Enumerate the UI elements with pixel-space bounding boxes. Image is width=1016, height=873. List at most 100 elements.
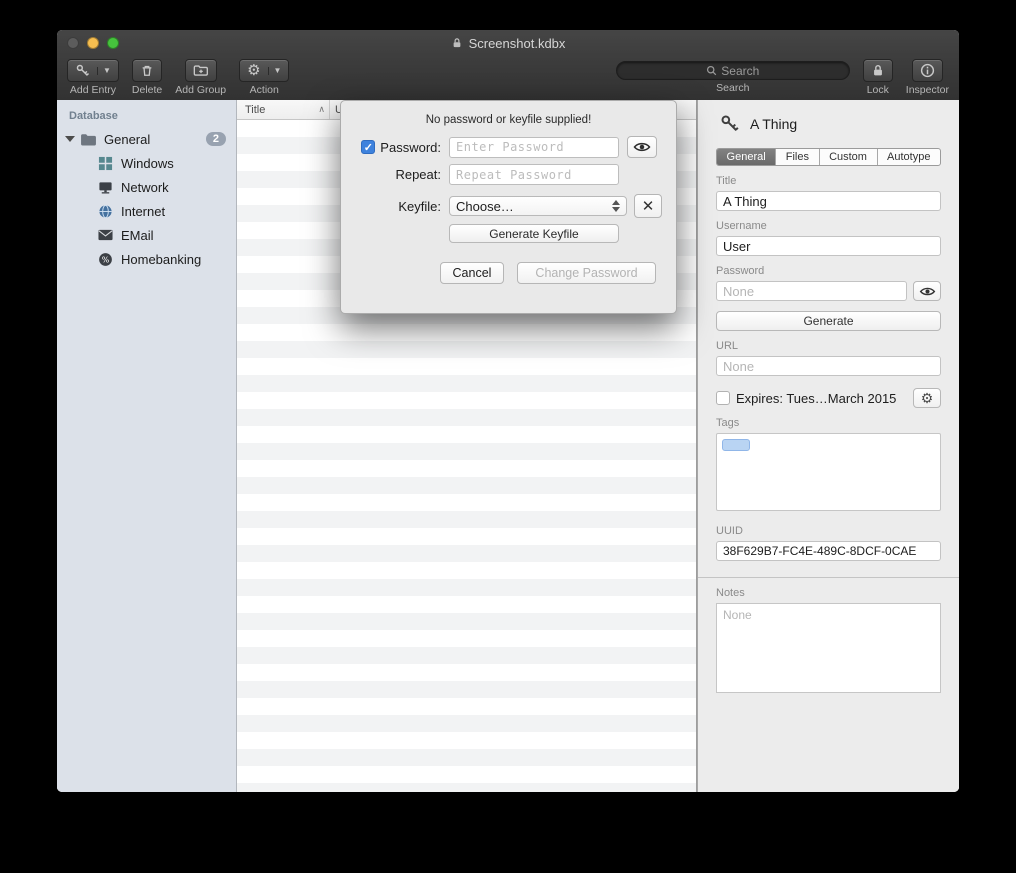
sidebar-item-windows[interactable]: Windows [57,151,236,175]
action-button[interactable]: ⚙ ▼ [239,59,289,82]
inspector-header: A Thing [716,114,941,134]
sidebar-item-label: Network [121,180,169,195]
toolbar-left-group: ▼ Add Entry Delete Add Gr [67,59,289,96]
globe-icon [97,203,114,220]
sidebar-item-label: Homebanking [121,252,201,267]
toolbar-item-inspector: Inspector [906,59,949,96]
tab-autotype[interactable]: Autotype [878,149,941,165]
search-input[interactable]: Search [616,61,850,80]
lock-icon [871,63,885,78]
lock-button[interactable] [863,59,893,82]
entry-count-badge: 2 [206,132,226,146]
dialog-message: No password or keyfile supplied! [341,114,676,126]
column-header-title[interactable]: Title ∧ [237,100,330,119]
sidebar-item-network[interactable]: Network [57,175,236,199]
titlebar[interactable]: Screenshot.kdbx [57,30,959,56]
search-label: Search [716,82,749,94]
disclosure-triangle-icon[interactable] [65,136,75,142]
username-field[interactable] [716,236,941,256]
repeat-label: Repeat: [395,167,441,182]
action-label: Action [250,84,279,96]
show-password-button[interactable] [627,136,657,158]
network-icon [97,179,114,196]
envelope-icon [97,227,114,244]
sidebar-item-label: General [104,132,150,147]
stepper-icon [612,200,620,212]
sidebar-item-general[interactable]: General 2 [57,127,236,151]
column-title-label: Title [245,104,265,116]
window-title: Screenshot.kdbx [469,36,566,51]
svg-text:%: % [102,255,110,264]
tab-files[interactable]: Files [776,149,819,165]
keyfile-dropdown[interactable]: Choose… [449,196,627,216]
delete-button[interactable] [132,59,162,82]
uuid-label: UUID [716,525,941,537]
tab-custom[interactable]: Custom [820,149,878,165]
add-group-button[interactable] [185,59,217,82]
windows-icon [97,155,114,172]
url-field[interactable] [716,356,941,376]
toolbar-item-delete: Delete [132,59,162,96]
window-title-area: Screenshot.kdbx [57,30,959,56]
key-icon [75,63,90,78]
sidebar-item-homebanking[interactable]: % Homebanking [57,247,236,271]
lock-label: Lock [867,84,889,96]
password-field[interactable] [716,281,907,301]
add-entry-label: Add Entry [70,84,116,96]
keyfile-label-group: Keyfile: [341,199,441,214]
tags-box[interactable] [716,433,941,511]
toolbar-item-lock: Lock [863,59,893,96]
title-field-label: Title [716,175,941,187]
repeat-password-field[interactable] [449,164,619,185]
generate-keyfile-button[interactable]: Generate Keyfile [449,224,619,243]
show-password-button[interactable] [913,281,941,301]
sidebar-item-label: Internet [121,204,165,219]
window-chrome: Screenshot.kdbx ▼ Add Entry [57,30,959,101]
delete-label: Delete [132,84,162,96]
password-label-group: ✓ Password: [341,140,441,155]
expires-settings-button[interactable]: ⚙ [913,388,941,408]
add-entry-button[interactable]: ▼ [67,59,119,82]
action-dropdown[interactable]: ▼ [268,67,282,75]
screen: Screenshot.kdbx ▼ Add Entry [0,0,1016,873]
inspector-panel: A Thing General Files Custom Autotype Ti… [697,100,959,792]
keyfile-label: Keyfile: [398,199,441,214]
toolbar-item-add-group: Add Group [175,59,226,96]
clear-keyfile-button[interactable]: ✕ [634,194,662,218]
eye-icon [919,286,936,297]
notes-field[interactable] [716,603,941,693]
password-label: Password: [380,140,441,155]
sidebar-item-email[interactable]: EMail [57,223,236,247]
tags-label: Tags [716,417,941,429]
dialog-keyfile-row: Keyfile: Choose… ✕ [341,194,676,218]
inspector-label: Inspector [906,84,949,96]
search-placeholder: Search [721,64,759,78]
tag-token[interactable] [722,439,750,451]
password-field-label: Password [716,265,941,277]
title-field[interactable] [716,191,941,211]
cancel-button[interactable]: Cancel [440,262,504,284]
sidebar-item-internet[interactable]: Internet [57,199,236,223]
close-icon: ✕ [642,197,655,215]
sort-ascending-icon: ∧ [318,104,325,115]
add-group-label: Add Group [175,84,226,96]
inspector-tabs: General Files Custom Autotype [716,148,941,166]
password-enabled-checkbox[interactable]: ✓ [361,140,375,154]
enter-password-field[interactable] [449,137,619,158]
tab-general[interactable]: General [717,149,776,165]
toolbar: ▼ Add Entry Delete Add Gr [57,56,959,100]
inspector-button[interactable] [912,59,943,82]
document-lock-icon [451,37,463,49]
repeat-label-group: Repeat: [341,167,441,182]
sidebar: Database General 2 Windows [57,100,237,792]
keyfile-selected-value: Choose… [456,199,514,214]
uuid-field[interactable] [716,541,941,561]
add-entry-dropdown[interactable]: ▼ [97,67,111,75]
app-window: Screenshot.kdbx ▼ Add Entry [57,30,959,792]
folder-icon [80,131,97,148]
entry-title: A Thing [750,116,797,132]
generate-password-button[interactable]: Generate [716,311,941,331]
expires-checkbox[interactable] [716,391,730,405]
change-password-button[interactable]: Change Password [517,262,656,284]
sidebar-header: Database [57,106,236,127]
